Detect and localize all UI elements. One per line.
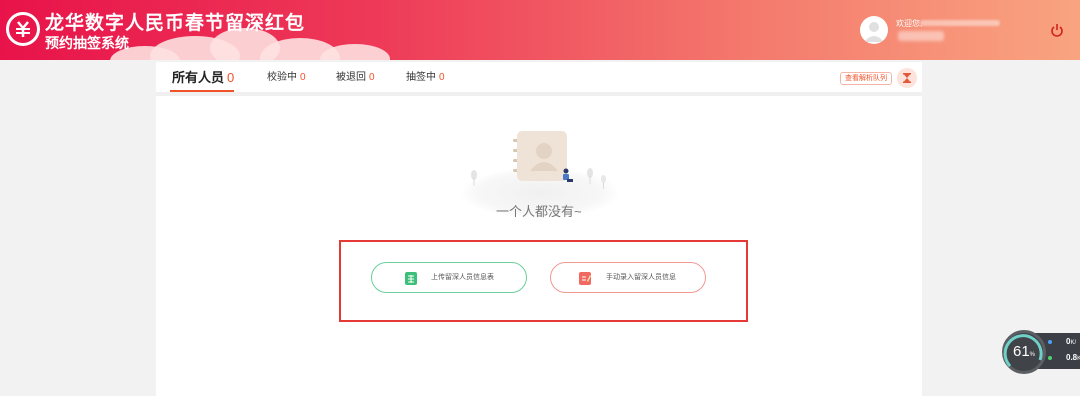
sitting-person-icon (560, 168, 574, 189)
edit-form-icon (579, 272, 591, 285)
view-parse-queue-button[interactable]: 查看解析队列 (840, 72, 892, 85)
digital-rmb-logo-icon (6, 12, 40, 46)
cpu-percent-text: 61% (1005, 333, 1043, 371)
download-speed-value: 0.8 (1066, 353, 1078, 362)
upload-arrow-icon (1048, 339, 1052, 344)
tab-drawing[interactable]: 抽签中 0 (406, 62, 445, 94)
download-speed: 0.8K/ (1048, 353, 1080, 362)
upload-speed-unit: K/ (1070, 340, 1077, 346)
tab-count: 0 (439, 72, 445, 83)
welcome-text: 欢迎您, (896, 19, 923, 28)
download-arrow-icon (1048, 355, 1052, 360)
app-header: 龙华数字人民币春节留深红包 预约抽签系统 欢迎您, (0, 0, 1080, 60)
cpu-usage-gauge[interactable]: 61% (1002, 330, 1046, 374)
tab-count: 0 (369, 72, 375, 83)
manual-button-label: 手动录入留深人员信息 (606, 274, 676, 281)
tab-count: 0 (300, 72, 306, 83)
cpu-percent-unit: % (1029, 352, 1036, 358)
tab-returned[interactable]: 被退回 0 (336, 62, 375, 94)
upload-speed: 0K/ (1048, 337, 1076, 346)
logout-power-icon[interactable] (1050, 22, 1064, 38)
username-blurred (920, 20, 1000, 26)
spreadsheet-icon (405, 272, 417, 285)
tree-decoration-icon (586, 168, 594, 189)
user-info-blurred (898, 31, 944, 41)
cpu-percent-value: 61 (1012, 343, 1030, 360)
tab-label: 校验中 (267, 72, 297, 83)
tab-count: 0 (227, 70, 235, 85)
tab-verifying[interactable]: 校验中 0 (267, 62, 306, 94)
empty-state-text: 一个人都没有~ (496, 204, 582, 219)
tree-decoration-icon (600, 175, 607, 194)
manual-entry-button[interactable]: 手动录入留深人员信息 (550, 262, 706, 293)
upload-button-label: 上传留深人员信息表 (431, 274, 494, 281)
hourglass-icon[interactable] (897, 68, 917, 88)
app-subtitle: 预约抽签系统 (45, 35, 129, 51)
tab-label: 所有人员 (172, 70, 225, 85)
upload-info-sheet-button[interactable]: 上传留深人员信息表 (371, 262, 527, 293)
app-title: 龙华数字人民币春节留深红包 (45, 13, 306, 34)
tab-label: 被退回 (336, 72, 366, 83)
tree-decoration-icon (470, 170, 478, 191)
tab-label: 抽签中 (406, 72, 436, 83)
user-avatar-icon[interactable] (860, 16, 888, 44)
status-tab-bar: 所有人员 0 校验中 0 被退回 0 抽签中 0 (156, 62, 922, 94)
